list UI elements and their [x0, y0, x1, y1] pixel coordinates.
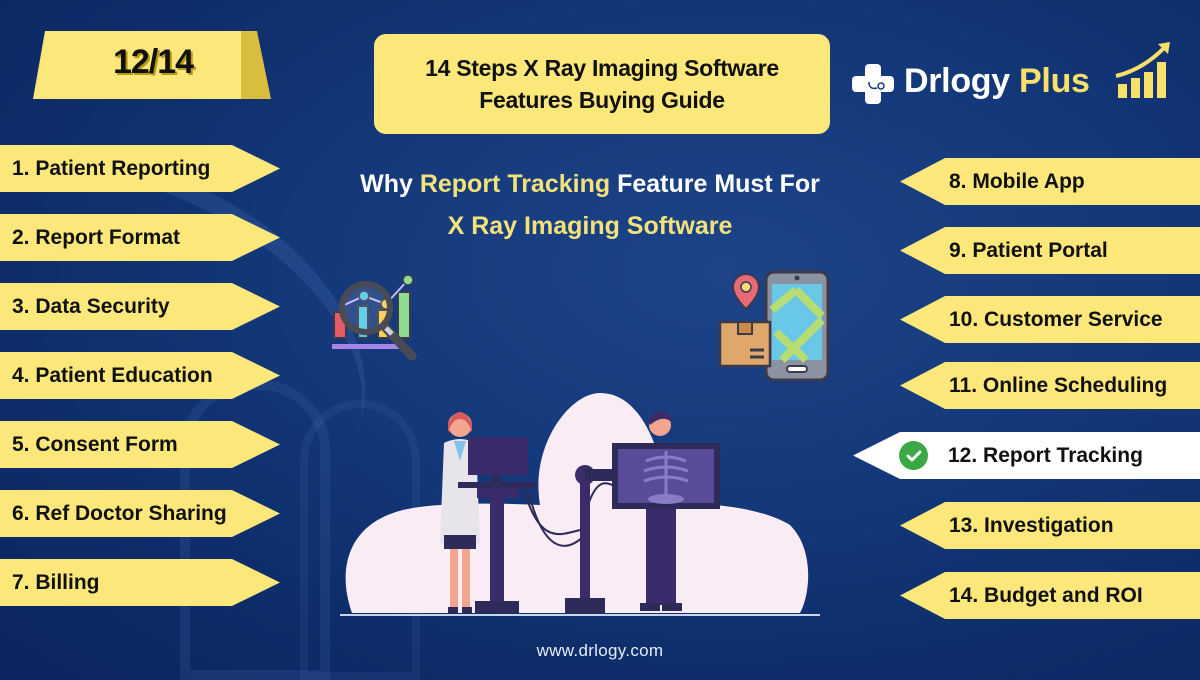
- analytics-magnifier-icon: [332, 274, 417, 361]
- step-label: 5. Consent Form: [12, 432, 178, 456]
- step-label: 7. Billing: [12, 570, 100, 594]
- step-badge-13[interactable]: 13. Investigation: [900, 502, 1200, 549]
- step-badge-4[interactable]: 4. Patient Education: [0, 352, 280, 399]
- brand-logo: Drlogy Plus: [852, 40, 1172, 104]
- step-label: 10. Customer Service: [949, 307, 1163, 331]
- brand-suffix: Plus: [1019, 62, 1090, 100]
- background-blob: [345, 393, 809, 613]
- step-badge-1[interactable]: 1. Patient Reporting: [0, 145, 280, 192]
- step-badge-7[interactable]: 7. Billing: [0, 559, 280, 606]
- xray-screen: [612, 443, 720, 509]
- step-label: 12. Report Tracking: [948, 443, 1143, 467]
- medical-cross-stethoscope-icon: [852, 64, 894, 104]
- step-label: 8. Mobile App: [949, 169, 1085, 193]
- step-badge-8[interactable]: 8. Mobile App: [900, 158, 1200, 205]
- check-circle-icon: [899, 441, 928, 470]
- step-badge-2[interactable]: 2. Report Format: [0, 214, 280, 261]
- step-label: 11. Online Scheduling: [949, 373, 1168, 397]
- step-badge-6[interactable]: 6. Ref Doctor Sharing: [0, 490, 280, 537]
- growth-bar-chart-icon: [1115, 42, 1170, 98]
- step-label: 14. Budget and ROI: [949, 583, 1143, 607]
- step-badge-11[interactable]: 11. Online Scheduling: [900, 362, 1200, 409]
- xray-room-illustration: [340, 393, 820, 616]
- step-label: 3. Data Security: [12, 294, 170, 318]
- parcel-tracking-phone-icon: [718, 270, 830, 382]
- step-badge-5[interactable]: 5. Consent Form: [0, 421, 280, 468]
- step-label: 1. Patient Reporting: [12, 156, 211, 180]
- step-label: 2. Report Format: [12, 225, 181, 249]
- brand-name: Drlogy Plus: [904, 62, 1090, 100]
- step-label: 4. Patient Education: [12, 363, 213, 387]
- title-line-2: Features Buying Guide: [479, 87, 725, 113]
- feature-highlight: Report Tracking: [419, 170, 611, 198]
- feature-heading-line-2: X Ray Imaging Software: [447, 212, 733, 240]
- title-line-1: 14 Steps X Ray Imaging Software: [425, 55, 779, 81]
- step-label: 9. Patient Portal: [949, 238, 1108, 262]
- feature-heading-line-1: Why Report Tracking Feature Must For: [360, 170, 820, 198]
- step-badge-9[interactable]: 9. Patient Portal: [900, 227, 1200, 274]
- step-badge-10[interactable]: 10. Customer Service: [900, 296, 1200, 343]
- step-badge-14[interactable]: 14. Budget and ROI: [900, 572, 1200, 619]
- step-label: 13. Investigation: [949, 513, 1114, 537]
- step-label: 6. Ref Doctor Sharing: [12, 501, 227, 525]
- page-title: 14 Steps X Ray Imaging Software Features…: [374, 34, 830, 134]
- step-counter-text: 12/14: [112, 43, 194, 81]
- footer-website-link[interactable]: www.drlogy.com: [480, 641, 720, 661]
- step-counter: 12/14: [33, 31, 271, 99]
- step-badge-12-active[interactable]: 12. Report Tracking: [853, 432, 1200, 479]
- feature-heading: Why Report Tracking Feature Must For X R…: [300, 163, 880, 247]
- step-badge-3[interactable]: 3. Data Security: [0, 283, 280, 330]
